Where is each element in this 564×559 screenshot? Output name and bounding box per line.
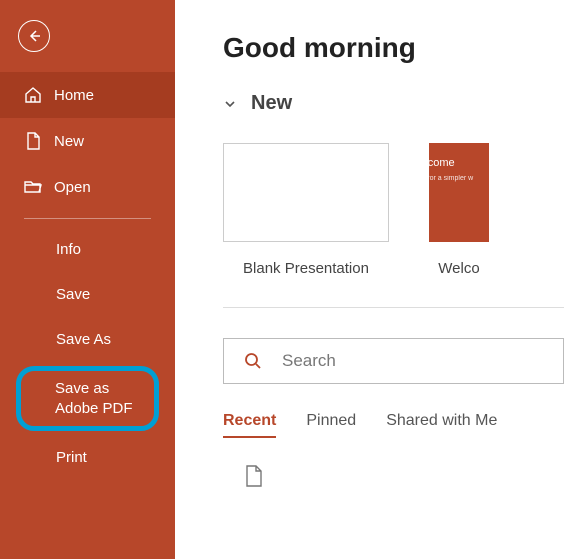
nav-open[interactable]: Open bbox=[0, 164, 175, 210]
tab-shared[interactable]: Shared with Me bbox=[386, 412, 497, 438]
new-section-toggle[interactable]: New bbox=[223, 92, 564, 115]
chevron-down-icon bbox=[223, 97, 237, 111]
backstage-sidebar: Home New Open Info Save Save As Save as … bbox=[0, 0, 175, 559]
tab-recent[interactable]: Recent bbox=[223, 412, 276, 438]
new-doc-icon bbox=[24, 132, 42, 150]
home-icon bbox=[24, 86, 42, 104]
arrow-left-icon bbox=[26, 28, 42, 44]
nav-save[interactable]: Save bbox=[0, 272, 175, 317]
section-divider bbox=[223, 307, 564, 308]
template-blank-label: Blank Presentation bbox=[243, 260, 369, 277]
search-input[interactable] bbox=[282, 351, 563, 371]
file-tabs: Recent Pinned Shared with Me bbox=[223, 412, 564, 438]
template-welcome[interactable]: Welcome 5 tips for a simpler w P Welco bbox=[429, 143, 489, 277]
sidebar-divider bbox=[24, 218, 151, 219]
folder-open-icon bbox=[24, 178, 42, 196]
page-title: Good morning bbox=[223, 32, 564, 64]
welcome-thumb-title: Welcome bbox=[429, 157, 489, 169]
welcome-thumb-sub: 5 tips for a simpler w bbox=[429, 175, 489, 182]
search-icon bbox=[224, 351, 282, 371]
template-blank-thumb bbox=[223, 143, 389, 242]
nav-save-adobe-label: Save as Adobe PDF bbox=[55, 380, 133, 417]
file-row[interactable] bbox=[223, 464, 564, 488]
template-welcome-label: Welco bbox=[438, 260, 479, 277]
nav-home[interactable]: Home bbox=[0, 72, 175, 118]
nav-open-label: Open bbox=[54, 179, 91, 196]
templates-row: Blank Presentation Welcome 5 tips for a … bbox=[223, 143, 564, 277]
template-welcome-thumb: Welcome 5 tips for a simpler w P bbox=[429, 143, 489, 242]
nav-new-label: New bbox=[54, 133, 84, 150]
nav-info[interactable]: Info bbox=[0, 227, 175, 272]
back-button[interactable] bbox=[18, 20, 50, 52]
main-panel: Good morning New Blank Presentation Welc… bbox=[175, 0, 564, 559]
nav-home-label: Home bbox=[54, 87, 94, 104]
search-box[interactable] bbox=[223, 338, 564, 384]
template-blank[interactable]: Blank Presentation bbox=[223, 143, 389, 277]
nav-new[interactable]: New bbox=[0, 118, 175, 164]
tab-pinned[interactable]: Pinned bbox=[306, 412, 356, 438]
nav-save-as[interactable]: Save As bbox=[0, 317, 175, 362]
presentation-file-icon bbox=[243, 464, 263, 488]
nav-save-as-adobe-pdf[interactable]: Save as Adobe PDF bbox=[16, 366, 159, 431]
new-section-label: New bbox=[251, 92, 292, 115]
nav-print[interactable]: Print bbox=[0, 435, 175, 480]
